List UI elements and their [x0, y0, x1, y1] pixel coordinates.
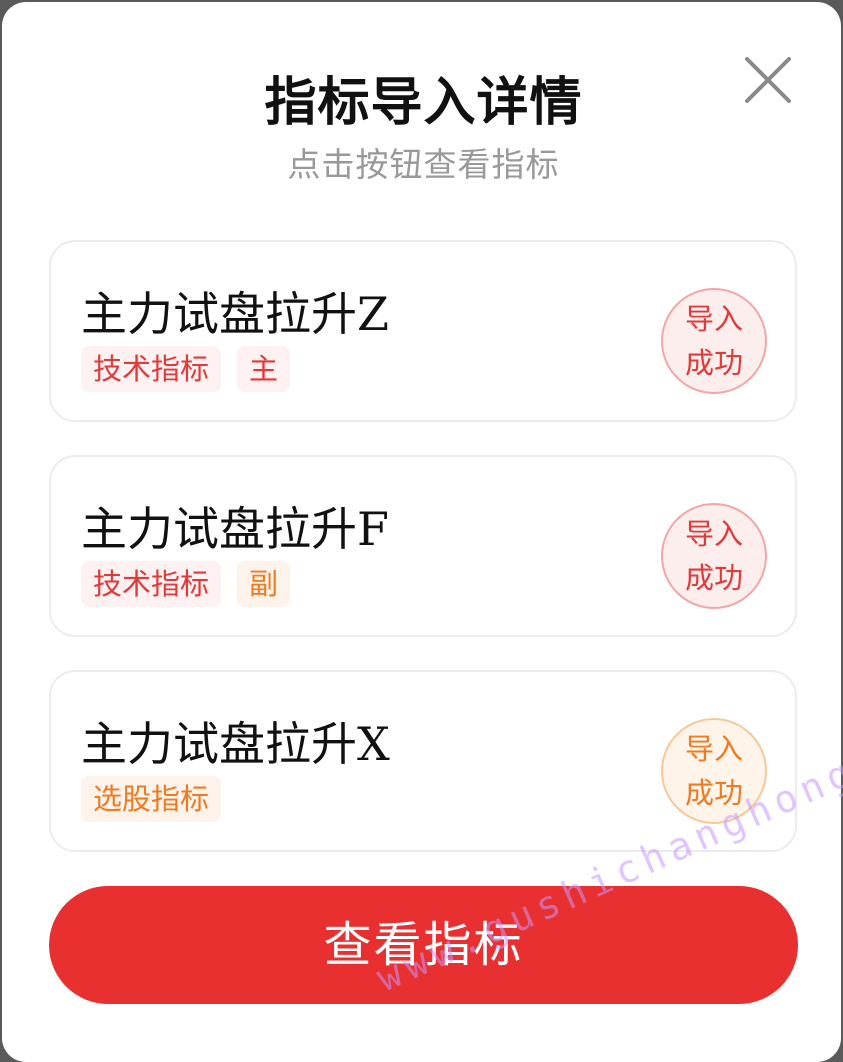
- import-success-badge: 导入 成功: [661, 503, 767, 609]
- tag-indicator-type: 技术指标: [81, 346, 222, 392]
- import-details-dialog: 指标导入详情 点击按钮查看指标 主力试盘拉升Z 技术指标 主 导入 成功 主力试…: [2, 2, 841, 1062]
- indicator-name: 主力试盘拉升F: [81, 502, 389, 556]
- tag-chart-position: 副: [237, 561, 291, 607]
- indicator-card: 主力试盘拉升F 技术指标 副 导入 成功: [49, 455, 797, 637]
- indicator-tags: 技术指标 副: [81, 561, 291, 607]
- close-icon[interactable]: [740, 52, 796, 108]
- indicator-card: 主力试盘拉升Z 技术指标 主 导入 成功: [49, 240, 797, 422]
- tag-indicator-type: 选股指标: [81, 776, 222, 822]
- dialog-title: 指标导入详情: [264, 73, 583, 133]
- indicator-tags: 选股指标: [81, 776, 222, 822]
- indicator-name: 主力试盘拉升Z: [81, 287, 389, 341]
- dialog-subtitle: 点击按钮查看指标: [287, 145, 560, 184]
- tag-chart-position: 主: [237, 346, 291, 392]
- indicator-name: 主力试盘拉升X: [81, 717, 390, 771]
- import-success-badge: 导入 成功: [661, 288, 767, 394]
- indicator-tags: 技术指标 主: [81, 346, 291, 392]
- tag-indicator-type: 技术指标: [81, 561, 222, 607]
